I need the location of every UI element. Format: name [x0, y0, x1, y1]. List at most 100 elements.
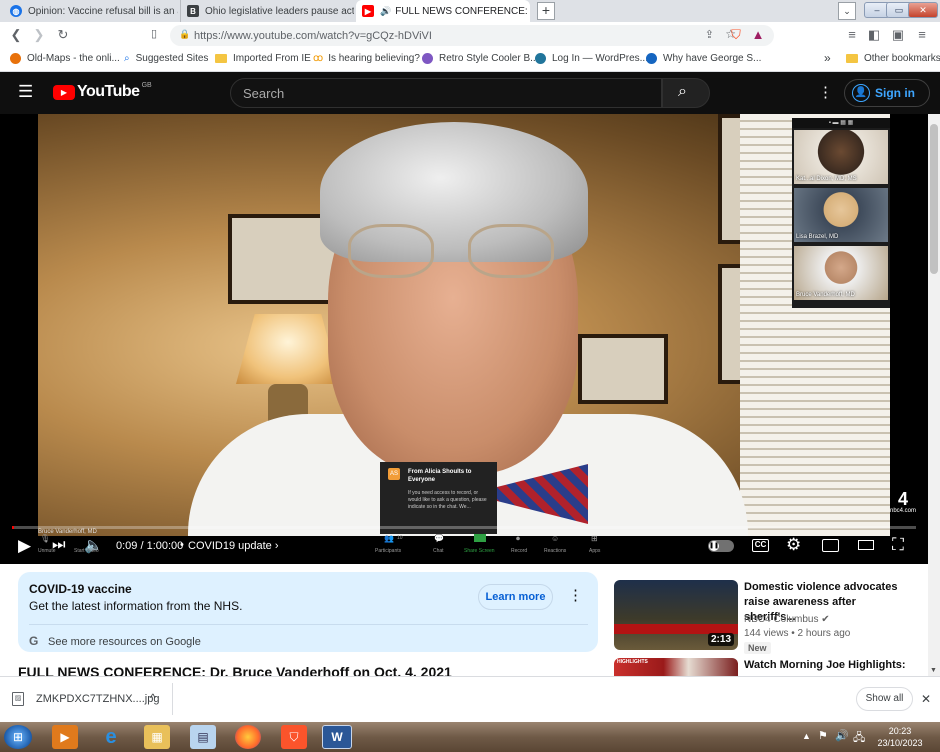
rec-channel[interactable]: NBC4 Columbus ✔ [744, 614, 830, 625]
progress-bar[interactable] [12, 526, 916, 529]
zoom-label: Share Screen [464, 548, 495, 554]
tab-opinion[interactable]: ◍ Opinion: Vaccine refusal bill is an at… [4, 0, 178, 22]
scroll-down-icon[interactable]: ▼ [930, 667, 937, 674]
new-badge: New [744, 642, 771, 654]
recommended-video[interactable]: HIGHLIGHTS Watch Morning Joe Highlights: [614, 658, 934, 676]
video-thumbnail[interactable]: HIGHLIGHTS [614, 658, 738, 676]
video-player[interactable]: Bruce Vanderhoff, MD ▪ ▬ ▦ ▦ Kat...al Di… [0, 114, 940, 564]
new-tab-button[interactable]: + [537, 2, 555, 20]
participant-name: Kat...al Dixon, MD, MS [796, 176, 857, 182]
more-resources-link[interactable]: See more resources on Google [48, 636, 201, 648]
bookmark-wordpress[interactable]: Log In — WordPres... [535, 53, 648, 64]
file-explorer-icon[interactable]: ▦ [144, 725, 170, 749]
record-icon: ⏺ [516, 534, 520, 543]
bookmark-old-maps[interactable]: Old-Maps - the onli... [10, 53, 120, 64]
recommended-video[interactable]: 2:13 Domestic violence advocates raise a… [614, 580, 934, 654]
sidebar-icon[interactable]: ◧ [866, 27, 882, 43]
search-input[interactable]: Search [230, 78, 662, 108]
clock-time: 20:23 [888, 726, 912, 736]
wordpress-icon [535, 53, 546, 64]
covid-info-panel: COVID-19 vaccine Get the latest informat… [18, 572, 598, 652]
zoom-label: Chat [433, 548, 444, 554]
miniplayer-icon[interactable] [822, 539, 839, 552]
mic-icon: 🎙 [40, 534, 51, 543]
settings-gear-icon[interactable]: ⚙ [786, 535, 801, 555]
download-filename[interactable]: ZMKPDXC7TZHNX....jpg [36, 693, 159, 705]
notepad-icon[interactable]: ▤ [190, 725, 216, 749]
panel-more-icon[interactable]: ⋮ [568, 586, 583, 604]
clock[interactable]: 20:23 23/10/2023 [870, 725, 930, 749]
bookmark-suggested-sites[interactable]: ⌕ Suggested Sites [124, 53, 208, 64]
page-icon: B [187, 5, 199, 17]
reading-list-icon[interactable]: ≡ [844, 27, 860, 42]
menu-icon[interactable]: ≡ [914, 27, 930, 42]
bookmark-hearing[interactable]: ꝏ Is hearing believing? [313, 53, 420, 64]
fullscreen-icon[interactable]: ⛶ [892, 535, 904, 555]
watch-page: COVID-19 vaccine Get the latest informat… [0, 564, 940, 676]
learn-more-button[interactable]: Learn more [478, 584, 553, 610]
lock-icon[interactable]: 🔒 [179, 29, 190, 40]
participant-tile: Bruce Vanderhoff, MD [794, 246, 888, 300]
tray-arrow-icon[interactable]: ▲ [802, 731, 811, 741]
tab-search-button[interactable]: ⌄ [838, 2, 856, 20]
brave-rewards-icon[interactable]: ▲ [750, 27, 766, 42]
captions-button[interactable]: CC [752, 539, 769, 552]
media-player-icon[interactable]: ▶ [52, 725, 78, 749]
word-icon[interactable]: W [322, 725, 352, 749]
bookmark-page-icon[interactable]: ▯ [146, 27, 162, 40]
show-all-button[interactable]: Show all [856, 687, 913, 711]
other-bookmarks[interactable]: Other bookmarks [846, 53, 940, 64]
bookmarks-overflow[interactable]: » [824, 51, 831, 65]
close-window-button[interactable]: ✕ [908, 2, 938, 18]
forward-icon[interactable]: ❯ [31, 27, 47, 43]
search-button[interactable]: ⌕ [662, 78, 710, 108]
bookmarks-bar: Old-Maps - the onli... ⌕ Suggested Sites … [0, 48, 940, 72]
network-icon[interactable]: 🖧 [853, 729, 865, 748]
participants-count: 10 [397, 535, 403, 541]
address-bar[interactable]: 🔒 https://www.youtube.com/watch?v=gCQz-h… [170, 25, 774, 46]
flag-icon[interactable]: ⚑ [818, 729, 828, 742]
zoom-toolbar: 🎙 Unmute Start Video 👥 10 Participants 💬… [30, 534, 620, 560]
wallet-icon[interactable]: ▣ [890, 27, 906, 43]
rec-title[interactable]: Watch Morning Joe Highlights: [744, 658, 924, 673]
theater-mode-icon[interactable] [858, 540, 874, 550]
page-scrollbar[interactable]: ▼ [928, 114, 940, 676]
sign-in-button[interactable]: 👤 Sign in [844, 79, 930, 107]
brave-shields-icon[interactable]: ⛉ [728, 27, 744, 43]
covid-panel-subtitle: Get the latest information from the NHS. [29, 599, 243, 613]
chat-icon: 💬 [434, 534, 444, 543]
video-title: FULL NEWS CONFERENCE: Dr. Bruce Vanderho… [18, 664, 452, 676]
reload-icon[interactable]: ↻ [55, 27, 71, 43]
tab-title: Opinion: Vaccine refusal bill is an atta [28, 5, 178, 17]
tab-ohio[interactable]: B Ohio legislative leaders pause action … [180, 0, 354, 22]
autoplay-toggle[interactable]: ❚❚ [708, 540, 734, 552]
internet-explorer-icon[interactable]: e [98, 725, 124, 749]
firefox-icon[interactable] [235, 725, 261, 749]
bookmark-label: Old-Maps - the onli... [27, 53, 120, 64]
video-thumbnail[interactable]: 2:13 [614, 580, 738, 650]
hamburger-menu-icon[interactable]: ☰ [18, 82, 33, 102]
tab-title: FULL NEWS CONFERENCE: Dr. [395, 5, 530, 17]
chat-message: If you need access to record, or would l… [408, 490, 487, 510]
nbc4-url: nbc4.com [890, 508, 917, 514]
audio-playing-icon[interactable]: 🔊 [380, 6, 391, 17]
share-icon[interactable]: ⇪ [705, 28, 714, 41]
bookmark-george[interactable]: Why have George S... [646, 53, 761, 64]
youtube-logo[interactable]: ▶ YouTube GB [53, 82, 152, 101]
scrollbar-thumb[interactable] [930, 124, 938, 274]
close-download-bar-icon[interactable]: ✕ [921, 692, 931, 706]
start-button-icon[interactable]: ⊞ [4, 725, 32, 749]
more-options-icon[interactable]: ⋮ [818, 83, 833, 101]
bookmark-imported-ie[interactable]: Imported From IE [215, 53, 311, 64]
download-divider [172, 683, 173, 715]
download-menu-icon[interactable]: ^ [150, 691, 156, 705]
download-bar: ▨ ZMKPDXC7TZHNX....jpg ^ Show all ✕ [0, 676, 940, 722]
brave-browser-icon[interactable]: ⛉ [281, 725, 307, 749]
youtube-icon: ▶ [362, 5, 374, 17]
tab-youtube[interactable]: ▶ 🔊 FULL NEWS CONFERENCE: Dr. ✕ [356, 0, 530, 22]
bookmark-retro-cooler[interactable]: Retro Style Cooler B... [422, 53, 538, 64]
share-screen-icon [474, 534, 486, 542]
back-icon[interactable]: ❮ [8, 27, 24, 43]
speaker-icon[interactable]: 🔊 [835, 729, 849, 742]
apps-icon: ⊞ [591, 534, 598, 543]
